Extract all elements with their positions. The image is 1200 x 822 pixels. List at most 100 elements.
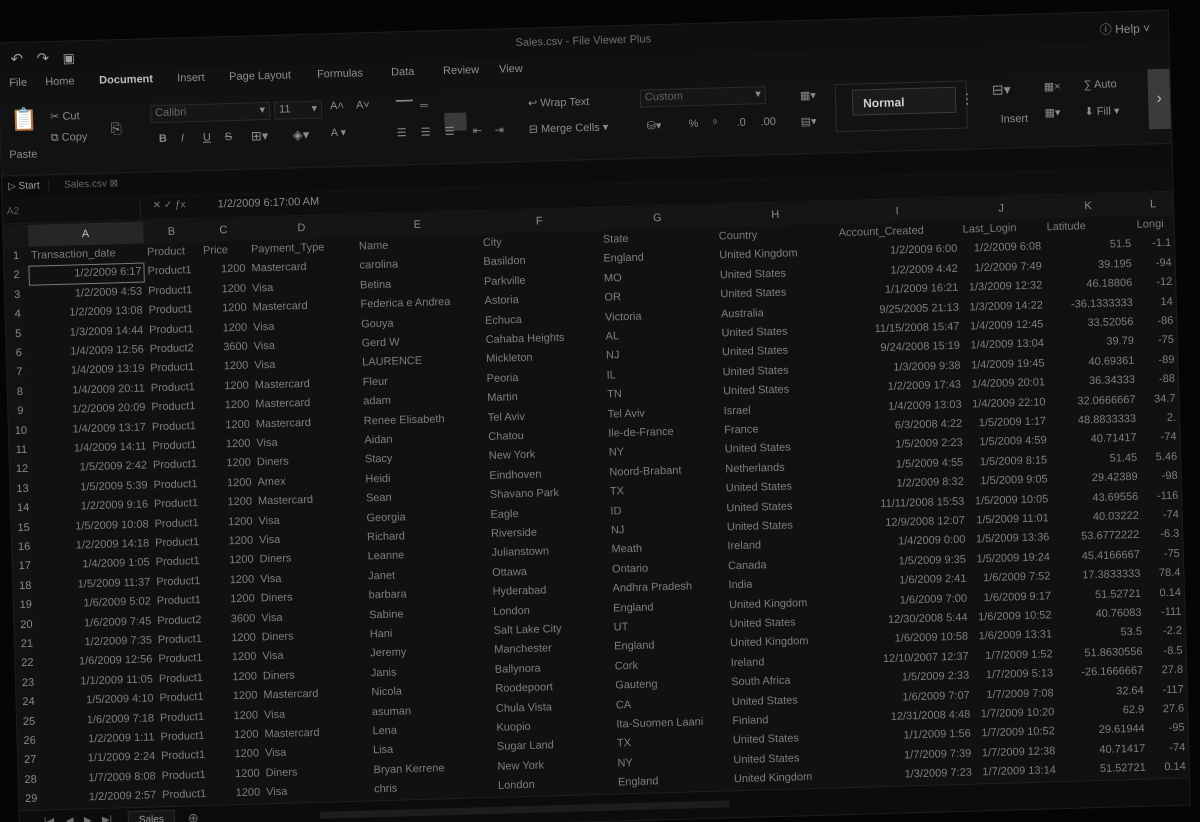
data-cell[interactable]: 1/4/2009 13:04 [966, 338, 1044, 357]
formula-buttons[interactable]: ✕ ✓ ƒx [153, 199, 186, 211]
data-cell[interactable]: 1/5/2009 2:33 [851, 670, 970, 690]
data-cell[interactable]: Sugar Land [497, 738, 611, 758]
data-cell[interactable]: United States [722, 344, 836, 364]
data-cell[interactable]: OR [604, 289, 714, 308]
data-cell[interactable]: 14 [1139, 295, 1173, 312]
data-cell[interactable]: Cahaba Heights [485, 331, 599, 351]
format-table-icon[interactable]: ▤▾ [800, 115, 816, 128]
data-cell[interactable]: MO [604, 269, 714, 288]
data-cell[interactable]: Mastercard [255, 396, 357, 415]
data-cell[interactable]: 1/4/2009 19:45 [966, 357, 1045, 376]
data-cell[interactable]: 40.76083 [1057, 607, 1141, 626]
grow-font-icon[interactable]: A˄ [330, 100, 344, 112]
row-header[interactable]: 19 [13, 595, 39, 616]
data-cell[interactable]: Product1 [153, 458, 203, 476]
row-header[interactable]: 11 [9, 440, 34, 461]
sheet-tab-sales[interactable]: Sales [127, 809, 176, 822]
header-cell[interactable]: Latitude [1047, 219, 1131, 238]
data-cell[interactable]: 9/25/2005 21:13 [841, 301, 959, 321]
data-cell[interactable]: 45.4166667 [1056, 549, 1140, 568]
data-cell[interactable]: 1/5/2009 4:59 [969, 435, 1047, 454]
data-cell[interactable]: 1200 [208, 438, 251, 456]
data-cell[interactable]: Aidan [364, 431, 482, 451]
menu-view[interactable]: View [499, 63, 523, 76]
data-cell[interactable]: Manchester [494, 641, 608, 661]
data-cell[interactable]: 12/9/2008 12:07 [847, 515, 965, 535]
data-cell[interactable]: 1/5/2009 11:01 [971, 512, 1049, 531]
data-cell[interactable]: 1/5/2009 9:05 [970, 474, 1048, 493]
data-cell[interactable]: Mastercard [264, 725, 366, 744]
data-cell[interactable]: London [493, 602, 607, 622]
data-cell[interactable]: Product1 [162, 788, 212, 806]
align-top-icon[interactable]: ▔▔ [396, 100, 413, 113]
data-cell[interactable]: 1/7/2009 12:38 [977, 745, 1056, 764]
header-cell[interactable]: State [603, 231, 713, 250]
data-cell[interactable]: NJ [611, 521, 721, 540]
data-cell[interactable]: 1200 [209, 476, 252, 494]
header-cell[interactable]: City [483, 234, 597, 254]
data-cell[interactable]: United States [721, 324, 835, 344]
data-cell[interactable]: Ile-de-France [608, 425, 718, 444]
data-cell[interactable]: 51.52721 [1062, 762, 1146, 781]
data-cell[interactable]: Salt Lake City [494, 622, 608, 642]
column-header-d[interactable]: D [247, 215, 357, 241]
data-cell[interactable]: 1/5/2009 10:08 [38, 518, 149, 537]
data-cell[interactable]: -74 [1142, 431, 1177, 448]
data-cell[interactable]: 1/4/2009 20:11 [35, 382, 145, 401]
data-cell[interactable]: Mastercard [263, 687, 365, 706]
data-cell[interactable]: Product1 [156, 555, 206, 573]
data-cell[interactable]: United States [720, 266, 834, 286]
shrink-font-icon[interactable]: A˅ [356, 99, 370, 111]
data-cell[interactable]: 51.5 [1047, 238, 1132, 257]
menu-home[interactable]: Home [45, 75, 75, 88]
data-cell[interactable]: Product1 [158, 652, 208, 670]
align-middle-icon[interactable]: ═ [420, 100, 428, 112]
data-cell[interactable]: Product1 [156, 575, 206, 593]
data-cell[interactable]: Lena [372, 722, 490, 742]
data-cell[interactable]: Mastercard [258, 493, 360, 512]
data-cell[interactable]: 1/5/2009 2:42 [37, 460, 148, 479]
help-button[interactable]: ⓘ Help ˅ [1100, 19, 1151, 37]
column-header-h[interactable]: H [714, 202, 837, 228]
column-header-i[interactable]: I [834, 198, 961, 225]
data-cell[interactable]: Ontario [612, 560, 722, 579]
data-cell[interactable]: 40.03222 [1055, 510, 1139, 529]
data-cell[interactable]: 1200 [212, 554, 254, 572]
row-header[interactable]: 2 [4, 266, 29, 287]
data-cell[interactable]: 40.71417 [1052, 432, 1137, 451]
row-header[interactable]: 29 [19, 789, 44, 810]
data-cell[interactable]: Gouya [361, 315, 479, 335]
data-cell[interactable]: barbara [369, 586, 487, 606]
data-cell[interactable]: 2. [1142, 412, 1177, 429]
data-cell[interactable]: 1/2/2009 8:32 [846, 476, 964, 496]
data-cell[interactable]: 1200 [217, 767, 260, 785]
data-cell[interactable]: TN [607, 386, 717, 405]
data-cell[interactable]: Shavano Park [490, 486, 604, 506]
data-cell[interactable]: Product1 [161, 749, 211, 767]
data-cell[interactable]: 1/4/2009 22:10 [967, 396, 1046, 415]
data-cell[interactable]: New York [497, 757, 611, 777]
data-cell[interactable]: 1/4/2009 0:00 [847, 534, 966, 554]
horizontal-scrollbar[interactable] [319, 800, 730, 819]
merge-cells-button[interactable]: ⊟ Merge Cells ▾ [529, 120, 609, 135]
data-cell[interactable]: 48.8833333 [1052, 413, 1136, 432]
data-cell[interactable]: Mastercard [252, 299, 354, 318]
data-cell[interactable]: 51.52721 [1057, 587, 1141, 606]
data-cell[interactable]: 1/7/2009 10:52 [977, 726, 1055, 745]
data-cell[interactable]: 1/7/2009 13:14 [978, 764, 1056, 783]
comma-icon[interactable]: ⁹ [712, 117, 717, 129]
row-header[interactable]: 1 [3, 246, 29, 267]
data-cell[interactable]: 1/6/2009 9:17 [973, 590, 1052, 609]
data-cell[interactable]: NY [609, 444, 719, 463]
data-cell[interactable]: 1/5/2009 19:24 [972, 551, 1050, 570]
menu-document[interactable]: Document [99, 73, 153, 86]
data-cell[interactable]: Eindhoven [489, 467, 603, 487]
sheet-next-icon[interactable]: ▶ [84, 815, 92, 822]
data-cell[interactable]: Visa [259, 532, 361, 551]
header-cell[interactable]: Payment_Type [251, 241, 353, 260]
insert-label[interactable]: Insert [1000, 113, 1028, 126]
data-cell[interactable]: Lisa [373, 741, 491, 761]
data-cell[interactable]: 27.6 [1150, 703, 1185, 720]
data-cell[interactable]: United States [722, 363, 836, 383]
data-cell[interactable]: 1/5/2009 4:55 [845, 457, 964, 477]
